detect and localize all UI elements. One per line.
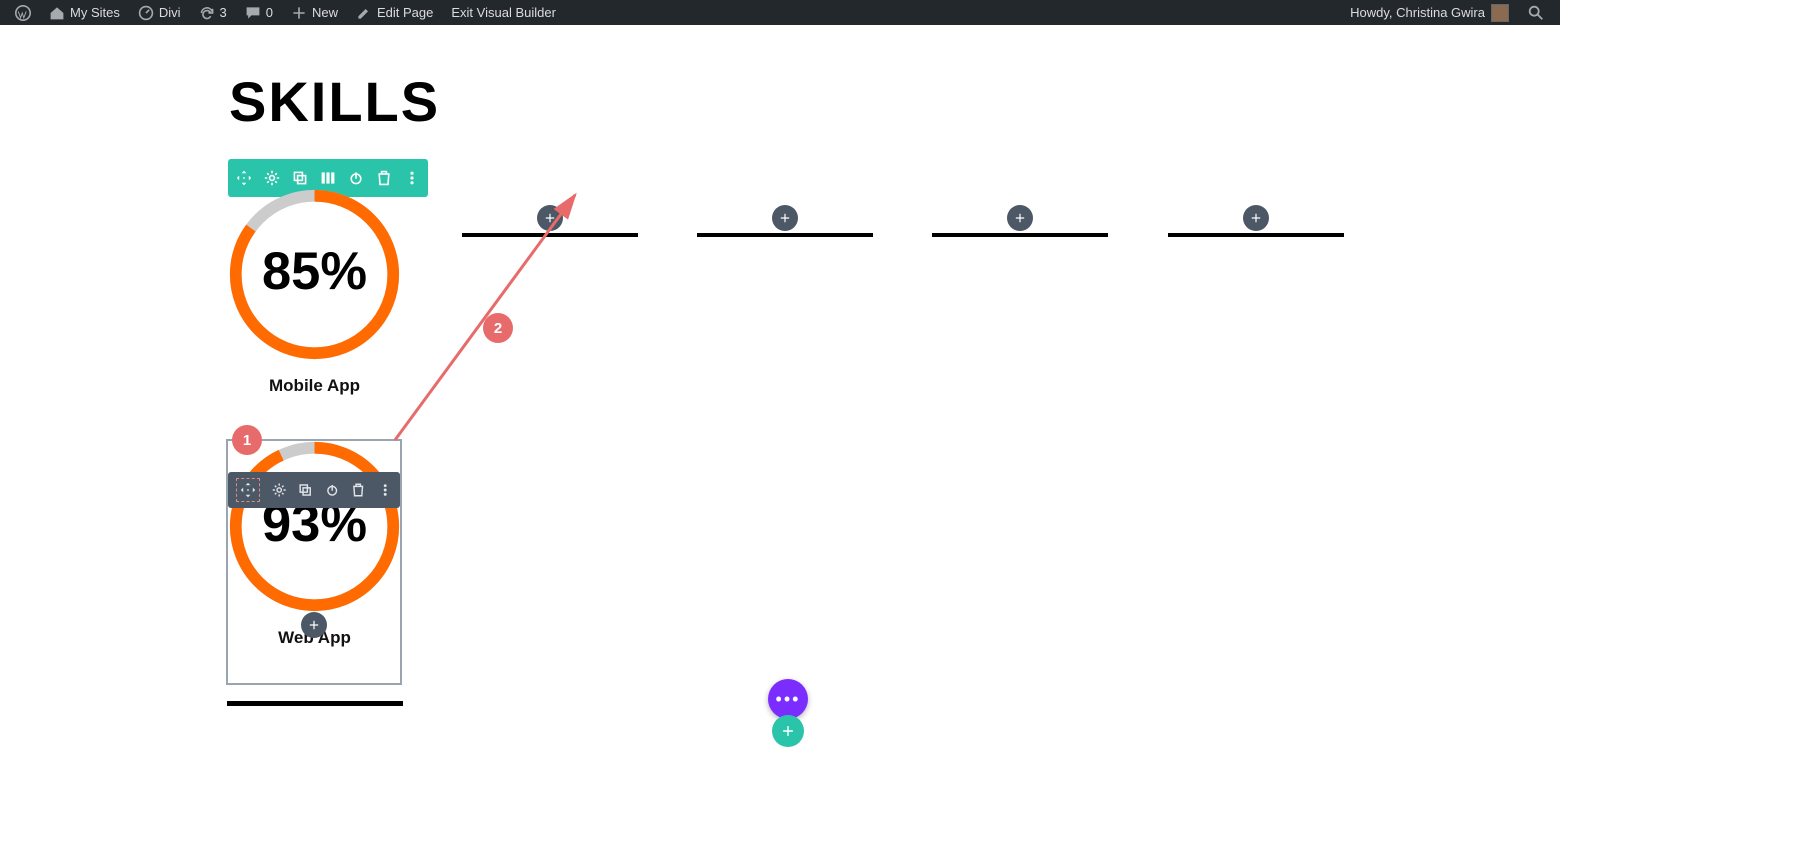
plus-icon [308,619,320,631]
add-module-button[interactable] [301,612,327,638]
builder-fab: ••• [768,679,808,719]
columns-icon[interactable] [320,170,336,186]
dashboard-icon [138,5,154,21]
empty-column-3[interactable] [697,233,873,237]
module-label: Mobile App [227,376,402,396]
site-name-label: Divi [159,5,181,20]
progress-circle: 93% [227,439,402,614]
updates-menu[interactable]: 3 [190,0,236,25]
empty-column-4[interactable] [932,233,1108,237]
comments-count: 0 [266,5,273,20]
plus-icon [781,724,795,738]
duplicate-icon[interactable] [298,482,312,498]
power-icon[interactable] [348,170,364,186]
plus-icon [1014,212,1026,224]
add-module-button[interactable] [1243,205,1269,231]
trash-icon[interactable] [351,482,365,498]
gear-icon[interactable] [272,482,286,498]
new-label: New [312,5,338,20]
annotation-badge-1: 1 [232,425,262,455]
move-icon[interactable] [240,482,256,498]
site-menu[interactable]: Divi [129,0,190,25]
plus-icon [544,212,556,224]
column-divider [462,233,638,237]
pencil-icon [356,5,372,21]
comments-menu[interactable]: 0 [236,0,282,25]
empty-column-5[interactable] [1168,233,1344,237]
add-module-button[interactable] [772,205,798,231]
column-divider [932,233,1108,237]
admin-search[interactable] [1518,0,1554,25]
progress-circle: 85% [227,187,402,362]
gear-icon[interactable] [264,170,280,186]
power-icon[interactable] [325,482,339,498]
add-module-button[interactable] [1007,205,1033,231]
refresh-icon [199,5,215,21]
trash-icon[interactable] [376,170,392,186]
updates-count: 3 [220,5,227,20]
plus-icon [291,5,307,21]
module-toolbar [228,472,400,508]
exit-vb-menu[interactable]: Exit Visual Builder [442,0,565,25]
howdy-label: Howdy, Christina Gwira [1350,5,1485,20]
more-icon[interactable] [378,482,392,498]
edit-page-label: Edit Page [377,5,433,20]
section-heading: SKILLS [229,69,440,134]
plus-icon [779,212,791,224]
row-divider [227,701,403,706]
user-menu[interactable]: Howdy, Christina Gwira [1341,0,1518,25]
add-module-button[interactable] [537,205,563,231]
empty-column-2[interactable] [462,233,638,237]
wordpress-icon [15,5,31,21]
page-canvas: SKILLS 85% Mobile App 93% Web App [0,25,1800,854]
circle-module-mobile[interactable]: 85% Mobile App [227,187,402,396]
exit-vb-label: Exit Visual Builder [451,5,556,20]
plus-icon [1250,212,1262,224]
percent-text: 85% [262,242,367,301]
wp-logo[interactable] [6,0,40,25]
wp-admin-bar: My Sites Divi 3 0 New Edit Page Exit Vis… [0,0,1560,25]
duplicate-icon[interactable] [292,170,308,186]
more-icon[interactable] [404,170,420,186]
move-icon[interactable] [236,170,252,186]
my-sites-label: My Sites [70,5,120,20]
edit-page-menu[interactable]: Edit Page [347,0,442,25]
comment-icon [245,5,261,21]
my-sites-menu[interactable]: My Sites [40,0,129,25]
home-icon [49,5,65,21]
column-divider [1168,233,1344,237]
column-divider [697,233,873,237]
search-icon [1527,4,1545,22]
add-section-button[interactable] [772,715,804,747]
annotation-badge-2: 2 [483,313,513,343]
avatar [1491,4,1509,22]
expand-settings-button[interactable]: ••• [768,679,808,719]
new-menu[interactable]: New [282,0,347,25]
